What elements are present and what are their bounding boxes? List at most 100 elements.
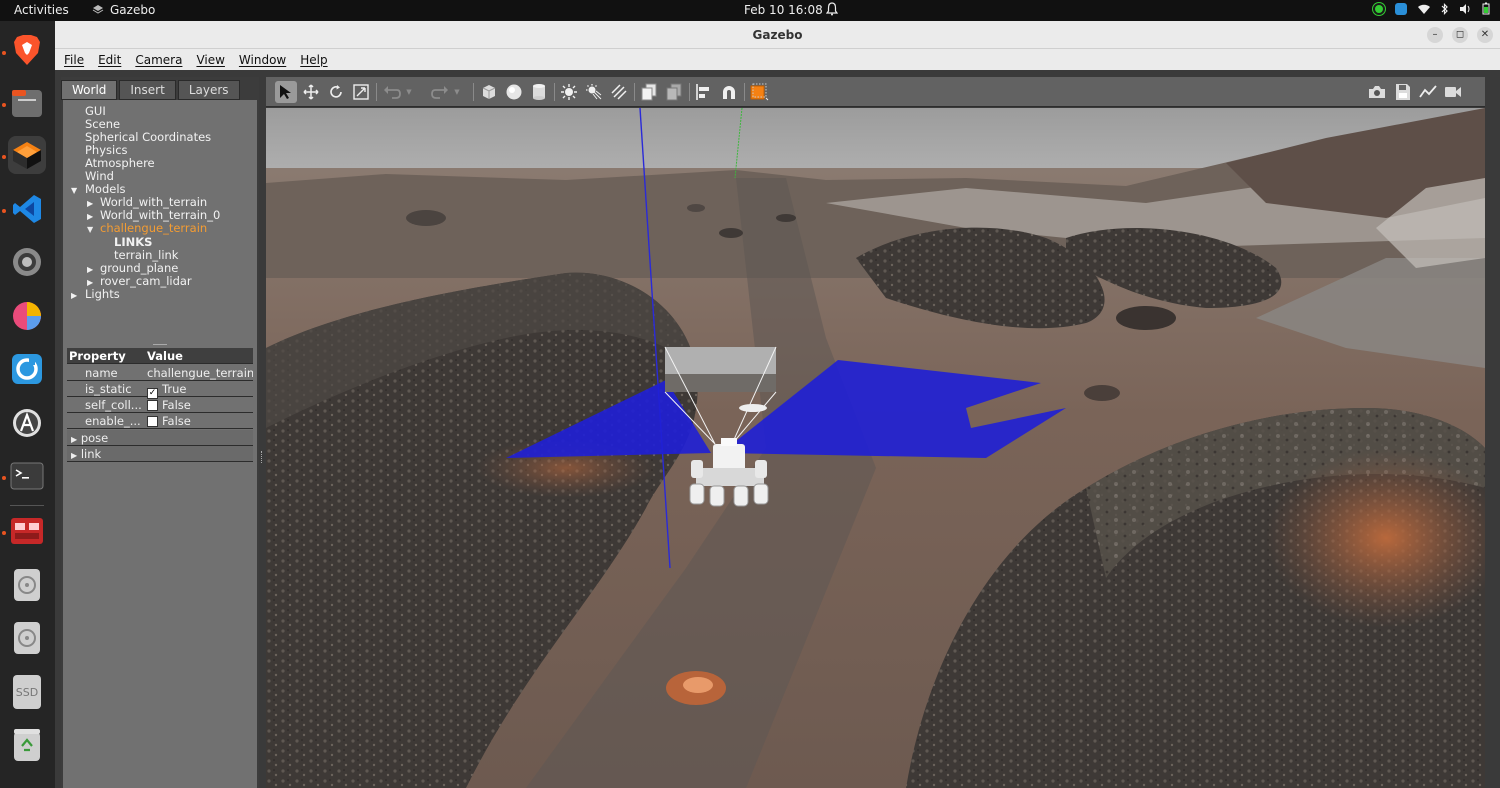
redo-history-button[interactable]: ▼ <box>451 81 463 103</box>
dock-sync-app[interactable] <box>8 350 46 388</box>
menu-file[interactable]: File <box>64 53 84 67</box>
tree-item-models[interactable]: ▼ Models <box>71 182 126 196</box>
dock-files[interactable] <box>8 84 46 122</box>
title-bar[interactable]: Gazebo – ◻ ✕ <box>55 21 1500 49</box>
property-group-pose[interactable]: ▶ pose <box>67 430 253 446</box>
maximize-button[interactable]: ◻ <box>1452 27 1468 43</box>
tree-item-gui[interactable]: GUI <box>85 104 106 118</box>
volume-icon[interactable] <box>1459 3 1472 15</box>
sphere-shape-button[interactable] <box>503 81 525 103</box>
select-mode-button[interactable] <box>275 81 297 103</box>
collapse-arrow-icon[interactable]: ▶ <box>87 199 96 208</box>
collapse-arrow-icon[interactable]: ▶ <box>71 435 77 444</box>
property-row-is-static: is_static ✓ True <box>67 381 253 399</box>
tree-item-lights[interactable]: ▶ Lights <box>71 287 120 301</box>
tree-label: Models <box>85 182 126 196</box>
collapse-arrow-icon[interactable]: ▶ <box>71 451 77 460</box>
dock: SSD <box>0 21 55 788</box>
directional-light-button[interactable] <box>608 81 630 103</box>
menu-view[interactable]: View <box>196 53 224 67</box>
redo-button[interactable] <box>429 81 451 103</box>
tree-item-atmosphere[interactable]: Atmosphere <box>85 156 155 170</box>
tree-item-wind[interactable]: Wind <box>85 169 114 183</box>
dock-running-app[interactable] <box>8 512 46 550</box>
status-green-icon[interactable] <box>1373 2 1385 15</box>
tree-item-rover-cam-lidar[interactable]: ▶ rover_cam_lidar <box>87 274 192 288</box>
dock-settings[interactable] <box>8 243 46 281</box>
dock-app-center[interactable] <box>8 404 46 442</box>
menu-window[interactable]: Window <box>239 53 286 67</box>
undo-button[interactable] <box>381 81 403 103</box>
property-group-link[interactable]: ▶ link <box>67 446 253 462</box>
dock-disk-2[interactable] <box>8 619 46 657</box>
menu-camera[interactable]: Camera <box>135 53 182 67</box>
collapse-arrow-icon[interactable]: ▶ <box>71 291 80 300</box>
tree-item-physics[interactable]: Physics <box>85 143 128 157</box>
activities-button[interactable]: Activities <box>14 3 69 17</box>
wifi-icon[interactable] <box>1417 3 1431 15</box>
translate-mode-button[interactable] <box>300 81 322 103</box>
expand-arrow-icon[interactable]: ▼ <box>87 225 96 234</box>
menu-edit[interactable]: Edit <box>98 53 121 67</box>
property-value[interactable]: challengue_terrain <box>147 366 253 380</box>
point-light-button[interactable] <box>558 81 580 103</box>
copy-button[interactable] <box>638 81 660 103</box>
self-collide-checkbox[interactable] <box>147 400 158 411</box>
system-tray[interactable] <box>1373 2 1490 15</box>
ssd-drive-icon: SSD <box>13 675 41 709</box>
dock-vscode[interactable] <box>8 190 46 228</box>
align-button[interactable] <box>693 81 715 103</box>
tab-world[interactable]: World <box>61 80 118 100</box>
right-panel-handle[interactable] <box>1485 77 1500 788</box>
cylinder-shape-button[interactable] <box>528 81 550 103</box>
tree-item-challengue-terrain[interactable]: ▼ challengue_terrain <box>87 221 207 235</box>
scale-mode-button[interactable] <box>350 81 372 103</box>
change-view-button[interactable] <box>748 81 770 103</box>
undo-history-button[interactable]: ▼ <box>403 81 415 103</box>
tree-item-world-with-terrain-0[interactable]: ▶ World_with_terrain_0 <box>87 208 220 222</box>
bluetooth-icon[interactable] <box>1441 2 1449 15</box>
tree-item-spherical-coordinates[interactable]: Spherical Coordinates <box>85 130 211 144</box>
tree-item-terrain-link[interactable]: terrain_link <box>114 248 178 262</box>
collapse-arrow-icon[interactable]: ▶ <box>87 265 96 274</box>
sync-icon[interactable] <box>1395 2 1407 15</box>
dock-gazebo[interactable] <box>8 136 46 174</box>
bell-icon[interactable] <box>825 2 839 19</box>
spot-light-button[interactable] <box>583 81 605 103</box>
dock-terminal[interactable] <box>8 457 46 495</box>
collapse-arrow-icon[interactable]: ▶ <box>87 212 96 221</box>
log-button[interactable] <box>1392 81 1414 103</box>
scene-viewport[interactable] <box>266 108 1485 788</box>
plot-button[interactable] <box>1417 81 1439 103</box>
dock-ssd[interactable]: SSD <box>8 673 46 711</box>
video-record-button[interactable] <box>1442 81 1464 103</box>
collapse-arrow-icon[interactable]: ▶ <box>87 278 96 287</box>
close-button[interactable]: ✕ <box>1477 27 1493 43</box>
enable-wind-checkbox[interactable] <box>147 416 158 427</box>
dock-disk-1[interactable] <box>8 566 46 604</box>
vertical-splitter[interactable] <box>261 451 264 463</box>
tab-insert[interactable]: Insert <box>119 80 176 100</box>
tree-item-ground-plane[interactable]: ▶ ground_plane <box>87 261 178 275</box>
rotate-mode-button[interactable] <box>325 81 347 103</box>
menu-help[interactable]: Help <box>300 53 327 67</box>
tab-layers[interactable]: Layers <box>177 80 240 100</box>
tree-item-world-with-terrain[interactable]: ▶ World_with_terrain <box>87 195 207 209</box>
minimize-button[interactable]: – <box>1427 27 1443 43</box>
dock-brave-browser[interactable] <box>8 31 46 69</box>
battery-icon[interactable] <box>1482 2 1490 15</box>
dock-trash[interactable] <box>8 726 46 764</box>
tree-item-scene[interactable]: Scene <box>85 117 120 131</box>
box-shape-button[interactable] <box>478 81 500 103</box>
expand-arrow-icon[interactable]: ▼ <box>71 186 80 195</box>
screenshot-button[interactable] <box>1366 81 1388 103</box>
paste-button[interactable] <box>663 81 685 103</box>
dock-disk-usage[interactable] <box>8 297 46 335</box>
box-icon <box>482 85 496 99</box>
tree-label: World_with_terrain_0 <box>100 208 221 222</box>
clock[interactable]: Feb 10 16:08 <box>744 3 823 17</box>
tree-item-links[interactable]: LINKS <box>114 235 152 249</box>
snap-button[interactable] <box>718 81 740 103</box>
app-menu[interactable]: Gazebo <box>92 3 155 17</box>
property-column-header: Property <box>69 349 126 363</box>
